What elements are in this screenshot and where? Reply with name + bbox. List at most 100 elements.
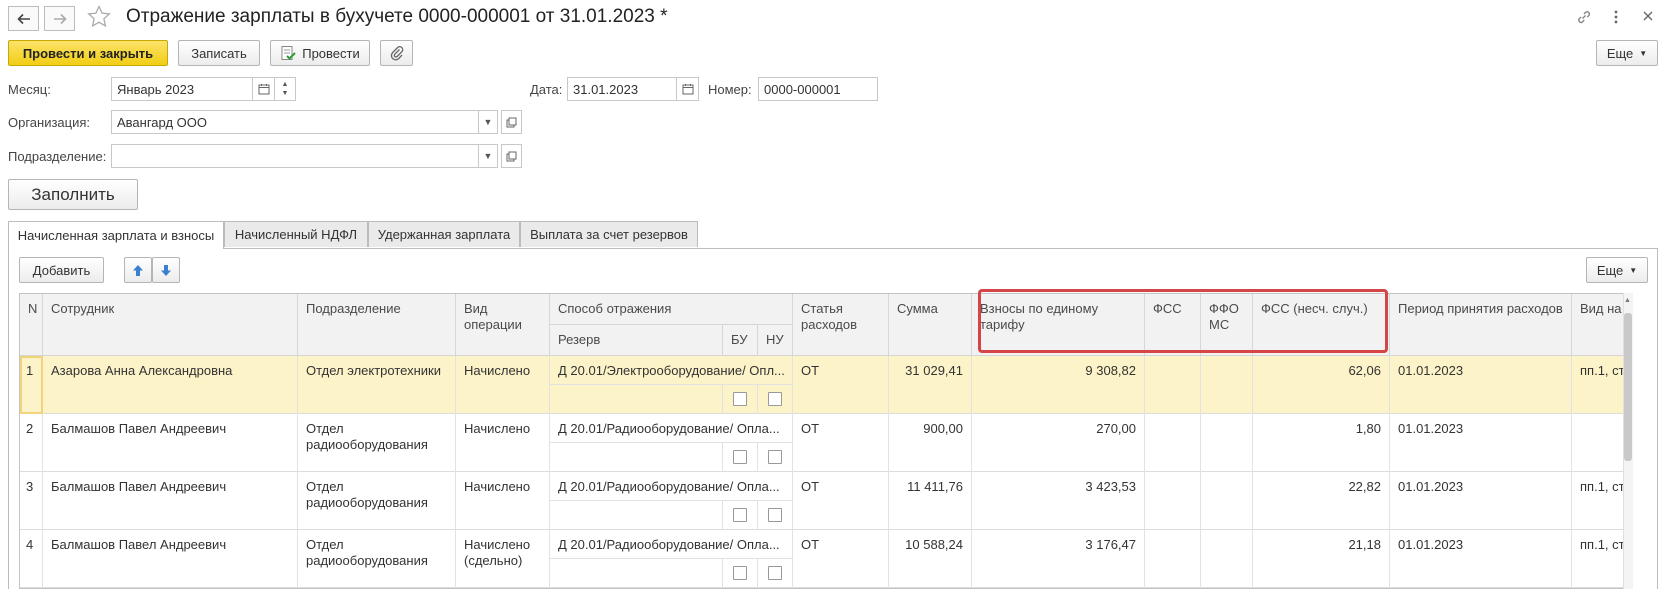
chevron-down-icon: ▼ [483,117,493,127]
cell-article: ОТ [793,530,889,588]
calendar-button[interactable] [253,77,275,101]
header-period[interactable]: Период принятия расходов [1390,294,1572,356]
fill-button[interactable]: Заполнить [8,179,138,210]
open-window-icon [506,117,517,127]
tab-accrued-salary[interactable]: Начисленная зарплата и взносы [8,221,224,249]
cell-fss-accident: 62,06 [1253,356,1390,414]
cell-department: Отдел радиооборудования [298,414,456,472]
date-calendar-button[interactable] [677,77,699,101]
cell-contributions: 270,00 [972,414,1145,472]
save-button[interactable]: Записать [178,40,260,66]
cell-article: ОТ [793,414,889,472]
department-open-button[interactable] [501,144,522,168]
tab-withheld-salary[interactable]: Удержанная зарплата [368,221,520,247]
cell-method: Д 20.01/Радиооборудование/ Опла... [550,472,793,501]
open-window-icon [506,151,517,161]
month-spinner[interactable]: ▲ ▼ [275,77,296,101]
bu-checkbox[interactable] [733,508,747,522]
tab-reserve-payment[interactable]: Выплата за счет резервов [520,221,698,247]
cell-operation: Начислено (сдельно) [456,530,550,588]
table-row[interactable]: 4 Балмашов Павел Андреевич Отдел радиооб… [20,530,1631,588]
organization-dropdown-button[interactable]: ▼ [479,110,498,134]
table-row[interactable]: 2 Балмашов Павел Андреевич Отдел радиооб… [20,414,1631,472]
cell-period: 01.01.2023 [1390,414,1572,472]
cell-department: Отдел радиооборудования [298,530,456,588]
header-nu[interactable]: НУ [758,325,793,356]
bu-checkbox[interactable] [733,392,747,406]
cell-method: Д 20.01/Электрооборудование/ Опл... [550,356,793,385]
cell-n: 3 [20,472,43,530]
bu-checkbox[interactable] [733,450,747,464]
cell-nu [758,385,793,414]
scroll-up-arrow-icon[interactable]: ▲ [1624,297,1631,304]
department-input[interactable] [111,144,479,168]
header-employee[interactable]: Сотрудник [43,294,298,356]
header-article[interactable]: Статья расходов [793,294,889,356]
more-button[interactable]: Еще ▼ [1596,40,1658,66]
cell-operation: Начислено [456,472,550,530]
more-button-label: Еще [1606,45,1634,61]
cell-bu [723,385,758,414]
back-button[interactable] [8,6,39,31]
chevron-down-icon: ▼ [1639,48,1648,58]
cell-nu [758,501,793,530]
organization-open-button[interactable] [501,110,522,134]
header-bu[interactable]: БУ [723,325,758,356]
move-up-button[interactable] [124,257,152,283]
table-row[interactable]: 3 Балмашов Павел Андреевич Отдел радиооб… [20,472,1631,530]
post-and-close-button[interactable]: Провести и закрыть [8,40,168,66]
arrow-right-icon [53,13,67,24]
cell-sum: 31 029,41 [889,356,972,414]
accruals-table: N Сотрудник Подразделение Вид операции С… [19,293,1632,589]
tab-accrued-ndfl[interactable]: Начисленный НДФЛ [224,221,368,247]
cell-reserve [550,443,723,472]
close-icon[interactable] [1642,10,1654,25]
post-button-label: Провести [302,45,360,61]
header-operation[interactable]: Вид операции [456,294,550,356]
header-sum[interactable]: Сумма [889,294,972,356]
cell-employee: Балмашов Павел Андреевич [43,472,298,530]
forward-button[interactable] [44,6,75,31]
header-n[interactable]: N [20,294,43,356]
chevron-down-icon: ▼ [1629,265,1638,275]
department-dropdown-button[interactable]: ▼ [479,144,498,168]
cell-period: 01.01.2023 [1390,356,1572,414]
post-button[interactable]: Провести [270,40,370,66]
cell-bu [723,501,758,530]
month-input[interactable]: Январь 2023 [111,77,253,101]
chevron-down-icon: ▼ [281,90,289,97]
cell-method: Д 20.01/Радиооборудование/ Опла... [550,530,793,559]
cell-operation: Начислено [456,414,550,472]
attach-button[interactable] [380,40,413,66]
move-down-button[interactable] [152,257,180,283]
link-icon[interactable] [1576,9,1592,28]
bu-checkbox[interactable] [733,566,747,580]
number-input[interactable]: 0000-000001 [758,77,878,101]
scrollbar-thumb[interactable] [1624,313,1632,461]
header-department[interactable]: Подразделение [298,294,456,356]
nu-checkbox[interactable] [768,508,782,522]
cell-department: Отдел электротехники [298,356,456,414]
date-input[interactable]: 31.01.2023 [567,77,677,101]
department-label: Подразделение: [8,149,107,164]
add-row-button[interactable]: Добавить [19,257,104,283]
table-more-button[interactable]: Еще ▼ [1586,257,1648,283]
cell-fss [1145,356,1201,414]
header-method[interactable]: Способ отражения [550,294,793,325]
nu-checkbox[interactable] [768,566,782,580]
cell-employee: Балмашов Павел Андреевич [43,530,298,588]
chevron-down-icon: ▼ [483,151,493,161]
contributions-highlight-frame [978,289,1388,353]
cell-sum: 10 588,24 [889,530,972,588]
cell-reserve [550,501,723,530]
cell-department: Отдел радиооборудования [298,472,456,530]
nu-checkbox[interactable] [768,450,782,464]
nu-checkbox[interactable] [768,392,782,406]
cell-contributions: 9 308,82 [972,356,1145,414]
organization-input[interactable]: Авангард ООО [111,110,479,134]
vertical-dots-icon[interactable] [1612,9,1620,28]
header-reserve[interactable]: Резерв [550,325,723,356]
date-label: Дата: [530,82,563,97]
favorite-star-icon[interactable] [86,4,112,33]
table-row[interactable]: 1 Азарова Анна Александровна Отдел элект… [20,356,1631,414]
